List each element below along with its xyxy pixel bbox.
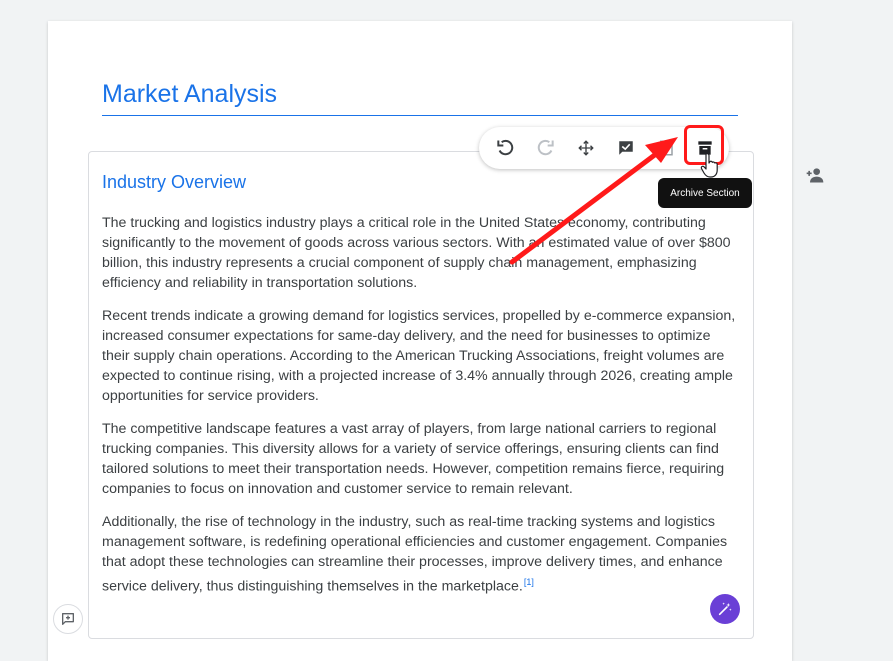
copy-icon <box>660 140 673 156</box>
undo-icon <box>497 139 514 156</box>
paragraph-1: The trucking and logistics industry play… <box>102 215 731 291</box>
paragraph-2: Recent trends indicate a growing demand … <box>102 308 736 404</box>
paragraph-4: Additionally, the rise of technology in … <box>102 512 742 597</box>
section-card[interactable]: Industry Overview The trucking and logis… <box>88 151 754 639</box>
paragraph-4-text: Additionally, the rise of technology in … <box>102 514 728 595</box>
add-comment-icon <box>62 613 74 625</box>
undo-button[interactable] <box>493 136 517 160</box>
magic-wand-icon <box>718 602 732 616</box>
approve-button[interactable] <box>614 136 638 160</box>
hand-cursor-icon <box>700 153 718 178</box>
redo-button[interactable] <box>534 136 558 160</box>
approve-icon <box>619 141 633 155</box>
paragraph-3: The competitive landscape features a vas… <box>102 421 725 497</box>
footnote-link[interactable]: [1] <box>524 577 534 587</box>
section-title[interactable]: Industry Overview <box>102 172 246 193</box>
person-add-icon <box>806 168 824 183</box>
archive-section-tooltip: Archive Section <box>658 178 752 208</box>
ai-assist-button[interactable] <box>710 594 740 624</box>
section-body[interactable]: The trucking and logistics industry play… <box>102 213 742 610</box>
add-collaborator-button[interactable] <box>805 166 825 189</box>
redo-icon <box>537 139 554 156</box>
move-button[interactable] <box>574 136 598 160</box>
document-title[interactable]: Market Analysis <box>102 79 738 116</box>
copy-button[interactable] <box>654 136 678 160</box>
add-comment-button[interactable] <box>53 604 83 634</box>
move-icon <box>578 140 594 156</box>
